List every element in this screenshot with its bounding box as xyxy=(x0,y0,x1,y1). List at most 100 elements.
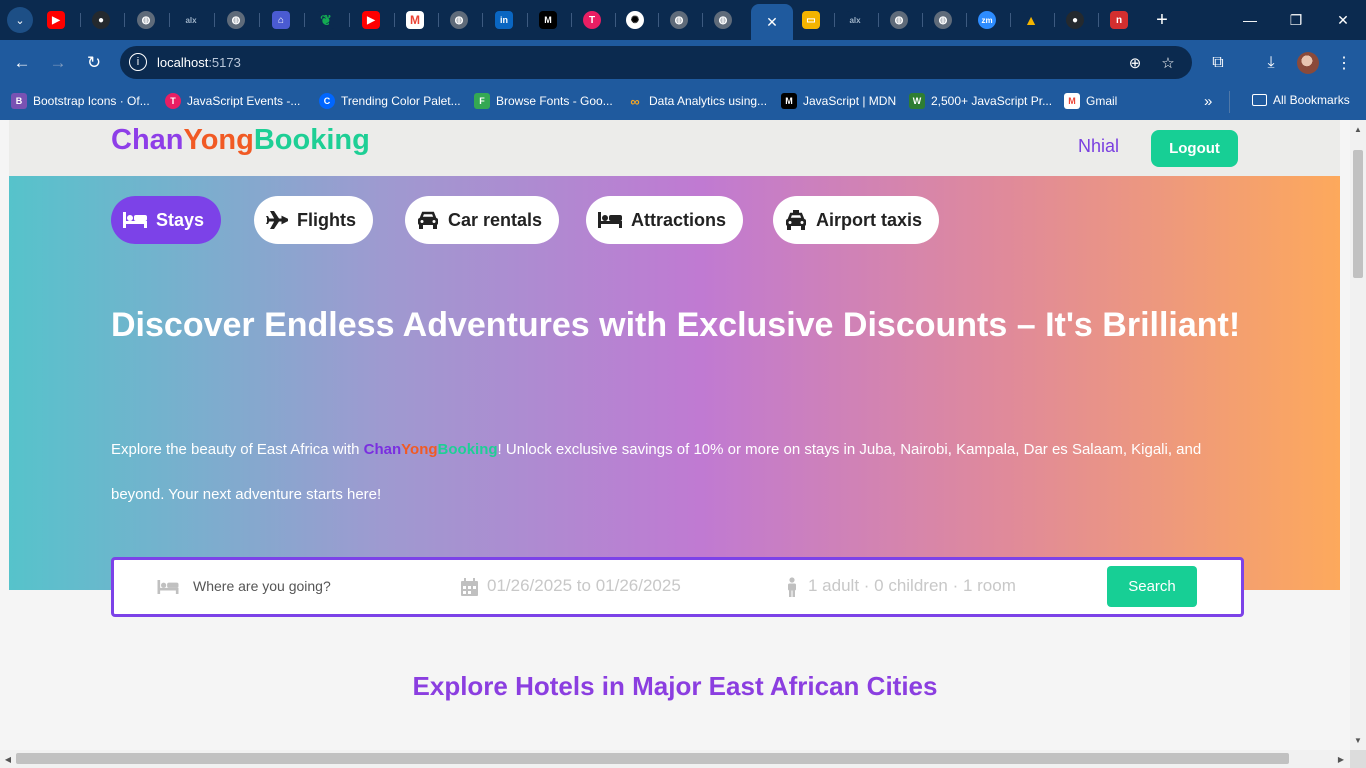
logo-yong: Yong xyxy=(183,124,254,156)
site-logo[interactable]: ChanYongBooking xyxy=(111,124,370,157)
category-attractions[interactable]: Attractions xyxy=(586,196,744,244)
bookmark-item[interactable]: M JavaScript | MDN xyxy=(781,93,896,109)
active-tab[interactable]: ✕ xyxy=(751,4,793,40)
guests-rooms-field[interactable]: 1 adult · 0 children · 1 room xyxy=(808,576,1016,596)
tpoint-icon[interactable]: T xyxy=(583,11,601,29)
bookmark-item[interactable]: W 2,500+ JavaScript Pr... xyxy=(909,93,1052,109)
menu-kebab-icon[interactable]: ⋮ xyxy=(1331,50,1357,76)
tpoint-icon: T xyxy=(165,93,181,109)
logo-chan: Chan xyxy=(111,124,184,156)
chatgpt-icon[interactable]: ✺ xyxy=(626,11,644,29)
back-arrow-icon[interactable]: ← xyxy=(9,50,35,76)
alx-icon[interactable]: alx xyxy=(846,11,864,29)
hero-description-line: beyond. Your next adventure starts here! xyxy=(111,486,382,503)
tab-separator xyxy=(615,13,616,27)
globe-icon[interactable]: ◍ xyxy=(934,11,952,29)
category-flights[interactable]: Flights xyxy=(254,196,373,244)
bookmark-label: JavaScript | MDN xyxy=(803,94,897,108)
tab-separator xyxy=(878,13,879,27)
gmail-icon: M xyxy=(1064,93,1080,109)
netlify-icon[interactable]: n xyxy=(1110,11,1128,29)
category-stays[interactable]: Stays xyxy=(111,196,222,244)
category-label: Flights xyxy=(297,209,356,230)
bootstrap-icon: B xyxy=(11,93,27,109)
close-tab-icon[interactable]: ✕ xyxy=(766,14,778,31)
github-icon[interactable]: ● xyxy=(92,11,110,29)
category-car-rentals[interactable]: Car rentals xyxy=(405,196,560,244)
more-bookmarks-chevron-icon[interactable]: » xyxy=(1204,93,1212,110)
bookmark-item[interactable]: ∞ Data Analytics using... xyxy=(627,93,767,109)
medium-icon[interactable]: M xyxy=(539,11,557,29)
all-bookmarks-label: All Bookmarks xyxy=(1273,93,1350,107)
extensions-puzzle-icon[interactable]: ⧉ xyxy=(1205,50,1231,76)
category-airport-taxis[interactable]: Airport taxis xyxy=(773,196,940,244)
bookmark-item[interactable]: B Bootstrap Icons · Of... xyxy=(11,93,150,109)
address-bar[interactable]: i localhost:5173 ⊕ ☆ xyxy=(120,46,1192,79)
tab-separator xyxy=(1054,13,1055,27)
horizontal-scrollbar[interactable]: ◀ ▶ xyxy=(0,750,1350,768)
bookmark-item[interactable]: T JavaScript Events -... xyxy=(165,93,300,109)
globe-icon[interactable]: ◍ xyxy=(137,11,155,29)
tab-separator xyxy=(438,13,439,27)
reload-icon[interactable]: ↻ xyxy=(81,50,107,76)
gmail-icon[interactable]: M xyxy=(406,11,424,29)
zoom-magnifier-icon[interactable]: ⊕ xyxy=(1125,53,1145,73)
horizontal-scroll-thumb[interactable] xyxy=(16,753,1289,764)
youtube-icon[interactable]: ▶ xyxy=(47,11,65,29)
linkedin-icon[interactable]: in xyxy=(495,11,513,29)
bookmark-label: Data Analytics using... xyxy=(649,94,768,108)
scroll-down-arrow-icon[interactable]: ▼ xyxy=(1353,735,1363,745)
bookmark-item[interactable]: C Trending Color Palet... xyxy=(319,93,461,109)
mdn-icon: M xyxy=(781,93,797,109)
globe-icon[interactable]: ◍ xyxy=(450,11,468,29)
bookmark-item[interactable]: F Browse Fonts - Goo... xyxy=(474,93,613,109)
alx-icon[interactable]: alx xyxy=(182,11,200,29)
hero-brand-yong: Yong xyxy=(401,441,438,458)
youtube-icon[interactable]: ▶ xyxy=(362,11,380,29)
tab-separator xyxy=(80,13,81,27)
site-info-icon[interactable]: i xyxy=(129,53,147,71)
zoom-icon[interactable]: zm xyxy=(978,11,996,29)
scroll-left-arrow-icon[interactable]: ◀ xyxy=(3,754,13,764)
google-slides-icon[interactable]: ▭ xyxy=(802,11,820,29)
tab-separator xyxy=(834,13,835,27)
bookmark-star-icon[interactable]: ☆ xyxy=(1158,53,1178,73)
search-button[interactable]: Search xyxy=(1107,566,1197,607)
globe-icon[interactable]: ◍ xyxy=(670,11,688,29)
forward-arrow-icon[interactable]: → xyxy=(45,50,71,76)
logout-button[interactable]: Logout xyxy=(1151,130,1238,167)
hero-description-line: Explore the beauty of East Africa with C… xyxy=(111,427,1201,472)
close-window-icon[interactable]: ✕ xyxy=(1328,8,1358,32)
tab-separator xyxy=(922,13,923,27)
google-drive-icon[interactable]: ▲ xyxy=(1022,11,1040,29)
hero-brand-booking: Booking xyxy=(437,441,498,458)
date-range-field[interactable]: 01/26/2025 to 01/26/2025 xyxy=(487,576,681,596)
url-text[interactable]: localhost:5173 xyxy=(157,55,241,70)
taxi-icon xyxy=(785,210,807,230)
coolors-icon: C xyxy=(319,93,335,109)
profile-avatar[interactable] xyxy=(1297,52,1319,74)
new-tab-button[interactable]: + xyxy=(1150,8,1174,32)
download-icon[interactable]: ⤓ xyxy=(1258,50,1284,76)
minimize-icon[interactable]: — xyxy=(1235,8,1265,32)
vertical-scroll-thumb[interactable] xyxy=(1353,150,1363,278)
scroll-up-arrow-icon[interactable]: ▲ xyxy=(1353,124,1363,134)
all-bookmarks-button[interactable]: All Bookmarks xyxy=(1252,93,1350,107)
scroll-right-arrow-icon[interactable]: ▶ xyxy=(1336,754,1346,764)
globe-icon[interactable]: ◍ xyxy=(890,11,908,29)
vertical-scrollbar[interactable]: ▲ ▼ xyxy=(1350,120,1366,750)
globe-icon[interactable]: ◍ xyxy=(714,11,732,29)
hero-title: Discover Endless Adventures with Exclusi… xyxy=(111,306,1241,344)
tab-separator xyxy=(349,13,350,27)
globe-icon[interactable]: ◍ xyxy=(227,11,245,29)
coursera-icon: ∞ xyxy=(630,93,640,109)
user-name[interactable]: Nhial xyxy=(1078,136,1119,157)
folder-icon xyxy=(1252,94,1267,106)
bookmark-item[interactable]: M Gmail xyxy=(1064,93,1117,109)
bank-icon[interactable]: ⌂ xyxy=(272,11,290,29)
restore-icon[interactable]: ❐ xyxy=(1281,8,1311,32)
mongodb-icon[interactable]: ❦ xyxy=(317,11,335,29)
destination-input[interactable]: Where are you going? xyxy=(193,578,331,594)
github-icon[interactable]: ● xyxy=(1066,11,1084,29)
tab-search-chevron-icon[interactable]: ⌄ xyxy=(7,7,33,33)
